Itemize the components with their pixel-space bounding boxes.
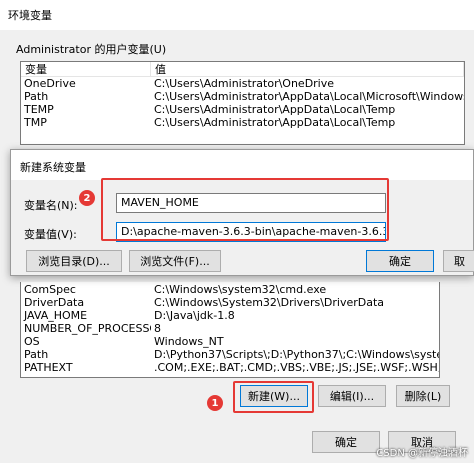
cell-name: JAVA_HOME bbox=[24, 309, 88, 322]
variable-name-label: 变量名(N): bbox=[24, 199, 78, 212]
table-row[interactable]: OneDrive C:\Users\Administrator\OneDrive bbox=[21, 77, 464, 90]
cell-value: C:\Users\Administrator\OneDrive bbox=[154, 77, 335, 90]
dialog-title-bar: 新建系统变量 bbox=[11, 150, 473, 180]
cell-name: OS bbox=[24, 335, 40, 348]
table-row[interactable]: TEMP C:\Users\Administrator\AppData\Loca… bbox=[21, 103, 464, 116]
cell-name: OneDrive bbox=[24, 77, 76, 90]
window-title-bar: 环境变量 bbox=[0, 0, 474, 30]
browse-file-button[interactable]: 浏览文件(F)... bbox=[129, 250, 221, 272]
header-variable[interactable]: 变量 bbox=[21, 62, 151, 76]
cell-name: NUMBER_OF_PROCESSORS bbox=[24, 322, 151, 335]
cell-value: 8 bbox=[154, 322, 161, 335]
dialog-ok-button[interactable]: 确定 bbox=[366, 250, 434, 272]
edit-button[interactable]: 编辑(I)... bbox=[318, 385, 386, 407]
user-vars-label: Administrator 的用户变量(U) bbox=[16, 43, 167, 56]
cell-value: C:\Users\Administrator\AppData\Local\Tem… bbox=[154, 103, 396, 116]
table-row[interactable]: Path C:\Users\Administrator\AppData\Loca… bbox=[21, 90, 464, 103]
cell-value: D:\Java\jdk-1.8 bbox=[154, 309, 235, 322]
table-row[interactable]: ComSpec C:\Windows\system32\cmd.exe bbox=[21, 283, 439, 296]
list-header: 变量 值 bbox=[21, 62, 464, 77]
browse-directory-button[interactable]: 浏览目录(D)... bbox=[26, 250, 122, 272]
cell-value: Windows_NT bbox=[154, 335, 224, 348]
table-row[interactable]: Path D:\Python37\Scripts\;D:\Python37\;C… bbox=[21, 348, 439, 361]
cell-value: D:\Python37\Scripts\;D:\Python37\;C:\Win… bbox=[154, 348, 439, 361]
delete-button[interactable]: 删除(L) bbox=[396, 385, 450, 407]
dialog-title: 新建系统变量 bbox=[20, 161, 86, 174]
watermark: CSDN @新停浊酒杯 bbox=[376, 448, 468, 459]
cell-name: PATHEXT bbox=[24, 361, 73, 374]
table-row[interactable]: JAVA_HOME D:\Java\jdk-1.8 bbox=[21, 309, 439, 322]
cell-name: Path bbox=[24, 348, 49, 361]
annotation-badge-2: 2 bbox=[79, 190, 95, 206]
cell-value: C:\Windows\System32\Drivers\DriverData bbox=[154, 296, 385, 309]
cell-value: C:\Users\Administrator\AppData\Local\Tem… bbox=[154, 116, 396, 129]
header-value[interactable]: 值 bbox=[151, 62, 464, 76]
table-row[interactable]: PATHEXT .COM;.EXE;.BAT;.CMD;.VBS;.VBE;.J… bbox=[21, 361, 439, 374]
cell-name: TMP bbox=[24, 116, 47, 129]
variable-value-label: 变量值(V): bbox=[24, 228, 77, 241]
highlight-input-fields bbox=[101, 178, 389, 241]
cell-value: .COM;.EXE;.BAT;.CMD;.VBS;.VBE;.JS;.JSE;.… bbox=[154, 361, 439, 374]
user-vars-list[interactable]: 变量 值 OneDrive C:\Users\Administrator\One… bbox=[20, 61, 465, 145]
window-title: 环境变量 bbox=[8, 9, 52, 22]
cell-name: DriverData bbox=[24, 296, 85, 309]
footer-ok-button[interactable]: 确定 bbox=[312, 431, 380, 453]
table-row[interactable]: TMP C:\Users\Administrator\AppData\Local… bbox=[21, 116, 464, 129]
system-vars-list[interactable]: ComSpec C:\Windows\system32\cmd.exe Driv… bbox=[20, 282, 440, 378]
cell-value: C:\Users\Administrator\AppData\Local\Mic… bbox=[154, 90, 464, 103]
table-row[interactable]: DriverData C:\Windows\System32\Drivers\D… bbox=[21, 296, 439, 309]
table-row[interactable]: NUMBER_OF_PROCESSORS 8 bbox=[21, 322, 439, 335]
dialog-cancel-button[interactable]: 取 bbox=[443, 250, 474, 272]
new-system-variable-dialog: 新建系统变量 变量名(N): MAVEN_HOME 变量值(V): D:\apa… bbox=[10, 149, 474, 276]
cell-name: ComSpec bbox=[24, 283, 76, 296]
cell-value: C:\Windows\system32\cmd.exe bbox=[154, 283, 327, 296]
cell-name: TEMP bbox=[24, 103, 54, 116]
table-row[interactable]: OS Windows_NT bbox=[21, 335, 439, 348]
annotation-badge-1: 1 bbox=[207, 395, 223, 411]
cell-name: Path bbox=[24, 90, 49, 103]
highlight-new-button bbox=[233, 381, 314, 413]
